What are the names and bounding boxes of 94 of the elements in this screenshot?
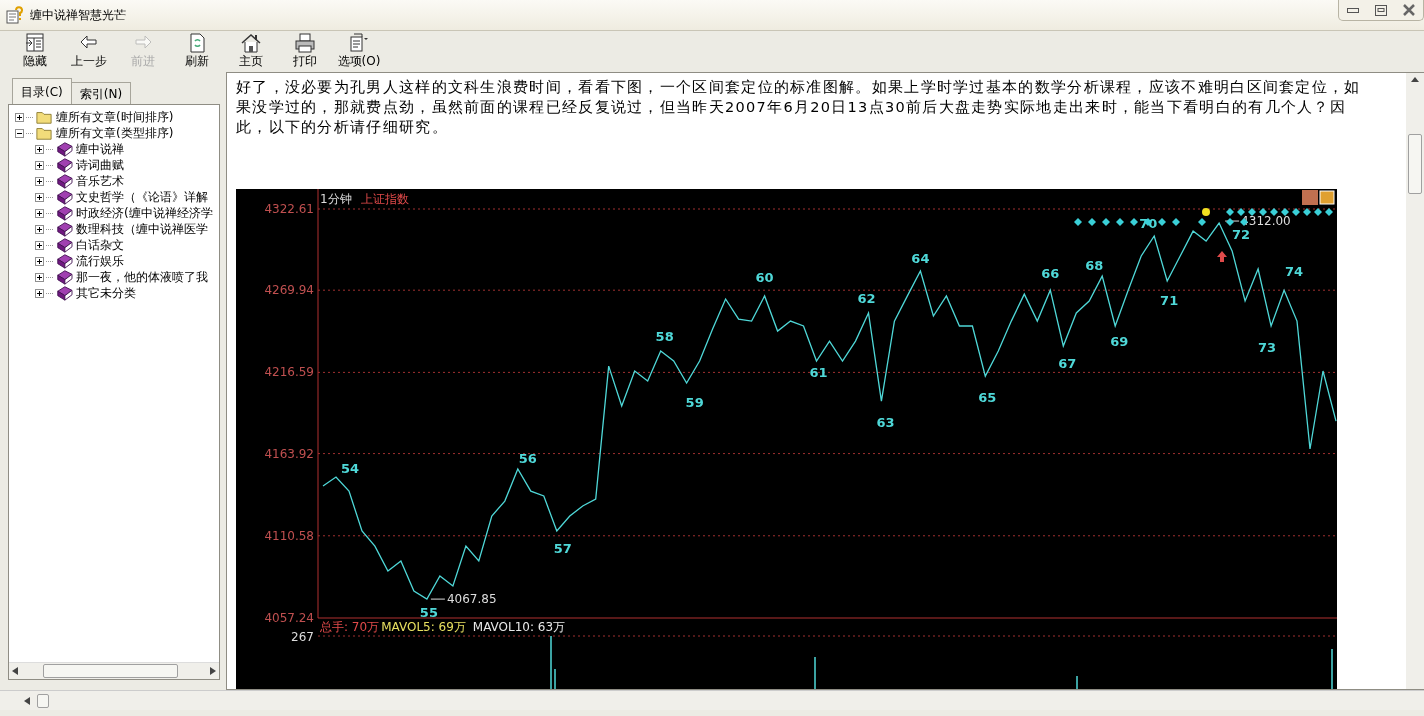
toolbar-button[interactable]: 刷新	[172, 32, 222, 68]
tree-item[interactable]: 数理科技（缠中说禅医学	[75, 220, 208, 238]
axis-tick-label: 4322.61	[264, 202, 314, 216]
axis-tick-label: 4216.59	[264, 365, 314, 380]
scroll-left-icon[interactable]	[24, 696, 30, 705]
tree-item[interactable]: 时政经济(缠中说禅经济学	[75, 204, 213, 222]
wave-label: 66	[1041, 266, 1060, 282]
wave-label: 56	[518, 451, 537, 466]
toolbar-button[interactable]: 打印	[280, 32, 330, 68]
printer-icon	[294, 32, 316, 54]
expand-icon[interactable]	[35, 192, 44, 202]
arrow-icon	[1217, 251, 1227, 262]
expand-icon[interactable]	[35, 160, 44, 170]
wave-label: 73	[1258, 340, 1277, 355]
expand-icon[interactable]	[35, 144, 44, 154]
axis-tick-label: 4163.92	[264, 446, 314, 461]
toolbar-button[interactable]: 上一步	[64, 32, 114, 68]
book-icon	[55, 173, 73, 189]
wave-label: 63	[876, 415, 895, 431]
chart-period: 1分钟	[320, 192, 352, 206]
wave-label: 58	[655, 328, 674, 344]
help-icon	[6, 6, 24, 24]
wave-label: 71	[1160, 293, 1179, 308]
hide-pane-icon	[24, 32, 46, 54]
tree-item[interactable]: 文史哲学（《论语》详解	[75, 188, 208, 206]
scroll-left-icon[interactable]	[12, 667, 18, 675]
expand-icon[interactable]	[35, 240, 44, 250]
toolbar-button[interactable]: 选项(O)	[334, 32, 384, 68]
toolbar-button[interactable]: 主页	[226, 32, 276, 68]
wave-label: 69	[1110, 334, 1129, 349]
sidebar-tab[interactable]: 目录(C)	[12, 78, 72, 105]
wave-label: 60	[755, 269, 774, 285]
expand-icon[interactable]	[35, 256, 44, 266]
folder-icon	[35, 109, 53, 125]
expand-icon[interactable]	[35, 288, 44, 298]
expand-icon[interactable]	[15, 112, 24, 122]
wave-label: 57	[553, 541, 572, 556]
volume-legend: MAVOL5: 69万	[381, 620, 466, 634]
square-icon	[1319, 190, 1335, 205]
volume-legend: MAVOL10: 63万	[472, 620, 566, 634]
book-icon	[55, 237, 73, 253]
wave-label: 74	[1285, 264, 1304, 280]
book-icon	[55, 157, 73, 173]
tree-item[interactable]: 诗词曲赋	[75, 156, 124, 174]
book-icon	[55, 285, 73, 301]
axis-tick-label: 4269.94	[264, 283, 314, 298]
wave-label: 59	[685, 395, 704, 410]
tree-item[interactable]: 音乐艺术	[75, 172, 124, 190]
options-icon	[348, 32, 370, 54]
book-icon	[55, 253, 73, 269]
wave-label: 64	[911, 250, 930, 266]
maximize-icon	[1375, 4, 1387, 16]
wave-label: 62	[857, 291, 876, 307]
book-icon	[55, 205, 73, 221]
tree-item[interactable]: 缠所有文章(时间排序)	[55, 108, 174, 126]
wave-label: 54	[340, 461, 360, 477]
axis-tick-label: 4110.58	[264, 528, 314, 543]
tree-item[interactable]: 其它未分类	[75, 284, 136, 302]
toolbar-button[interactable]: 隐藏	[10, 32, 60, 68]
minimize-icon	[1347, 7, 1359, 13]
tree-item[interactable]: 缠中说禅	[75, 140, 124, 158]
scrollbar-thumb[interactable]	[1408, 134, 1422, 194]
scrollbar-thumb[interactable]	[37, 693, 49, 708]
tree-item[interactable]: 缠所有文章(类型排序)	[55, 124, 174, 142]
volume-legend: 总手: 70万	[320, 620, 380, 634]
article-paragraph: 好了，没必要为孔男人这样的文科生浪费时间，看看下图，一个区间套定位的标准图解。如果上学时学过基本的数学分析课程，应该不难明白区间套定位，如果没学过的，那就费点劲，虽然前面的课程已经反复说过，但当昨天2007年6月20日13点30前后大盘走势实际地走出来时，能当下看明白的有几个人？因此，以下的分析请仔细研究。	[236, 78, 1362, 137]
wave-label: 65	[978, 390, 997, 406]
wave-label: 61	[809, 365, 828, 380]
book-icon	[55, 221, 73, 237]
close-icon	[1403, 4, 1415, 16]
wave-label: 68	[1085, 258, 1104, 274]
scroll-right-icon[interactable]	[210, 667, 216, 675]
expand-icon[interactable]	[35, 208, 44, 218]
wave-label: 55	[419, 605, 438, 621]
wave-label: 72	[1232, 227, 1251, 243]
scrollbar-thumb[interactable]	[43, 664, 178, 678]
chart-title: 上证指数	[361, 192, 409, 206]
book-icon	[55, 141, 73, 157]
folder-icon	[35, 125, 53, 141]
tree-item[interactable]: 流行娱乐	[75, 252, 124, 270]
house-icon	[240, 32, 262, 54]
tree-item[interactable]: 白话杂文	[75, 236, 124, 254]
wave-label: 67	[1058, 356, 1077, 372]
book-icon	[55, 189, 73, 205]
axis-tick-label: 267	[291, 630, 314, 644]
axis-tick-label: 4057.24	[264, 611, 314, 625]
scroll-up-icon[interactable]	[1411, 77, 1419, 82]
book-icon	[55, 269, 73, 285]
expand-icon[interactable]	[35, 176, 44, 186]
window-title: 缠中说禅智慧光芒	[30, 7, 126, 24]
expand-icon[interactable]	[35, 272, 44, 282]
expand-icon[interactable]	[35, 224, 44, 234]
collapse-icon[interactable]	[15, 128, 24, 138]
tree-item[interactable]: 那一夜，他的体液喷了我	[75, 268, 208, 286]
